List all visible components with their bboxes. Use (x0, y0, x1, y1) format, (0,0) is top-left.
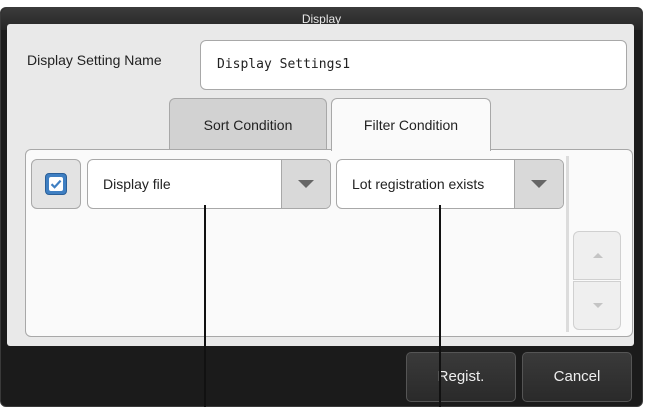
arrow-down-icon (593, 303, 603, 308)
display-field-dropdown-button[interactable] (281, 160, 330, 208)
callout-line-field (204, 205, 206, 407)
scrollbar-track[interactable] (566, 156, 569, 332)
tab-filter-condition[interactable]: Filter Condition (331, 98, 491, 151)
filter-enable-checkbox-button[interactable] (31, 159, 81, 209)
filter-enable-checkbox[interactable] (45, 173, 67, 195)
condition-value: Lot registration exists (352, 176, 485, 192)
setting-name-input[interactable]: Display Settings1 (200, 40, 627, 90)
checkmark-icon (49, 177, 63, 191)
triangle-down-icon (298, 180, 314, 188)
regist-button[interactable]: Regist. (406, 352, 516, 402)
display-field-value: Display file (103, 176, 171, 192)
scroll-up-button[interactable] (573, 231, 621, 280)
scroll-down-button[interactable] (573, 281, 621, 330)
triangle-down-icon (531, 180, 547, 188)
tab-sort-condition[interactable]: Sort Condition (169, 98, 327, 150)
display-field-dropdown[interactable]: Display file (87, 159, 331, 209)
condition-dropdown-button[interactable] (514, 160, 563, 208)
arrow-up-icon (593, 253, 603, 258)
condition-dropdown[interactable]: Lot registration exists (336, 159, 564, 209)
callout-line-condition (439, 205, 441, 407)
cancel-button[interactable]: Cancel (522, 352, 632, 402)
setting-name-label: Display Setting Name (27, 52, 162, 68)
